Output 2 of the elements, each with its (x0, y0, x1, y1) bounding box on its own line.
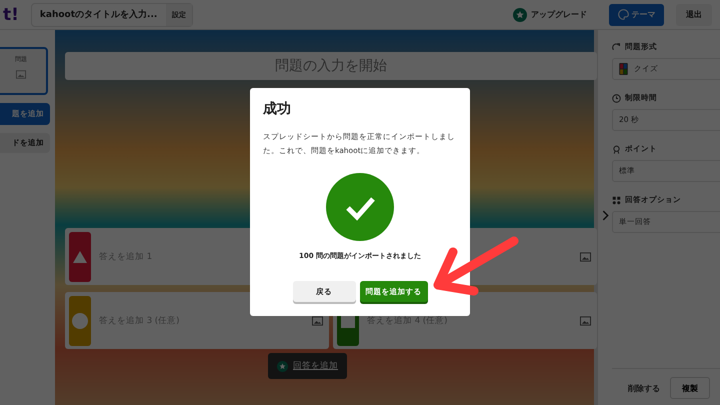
logo: t! (3, 4, 19, 24)
dialog-title: 成功 (263, 100, 291, 118)
